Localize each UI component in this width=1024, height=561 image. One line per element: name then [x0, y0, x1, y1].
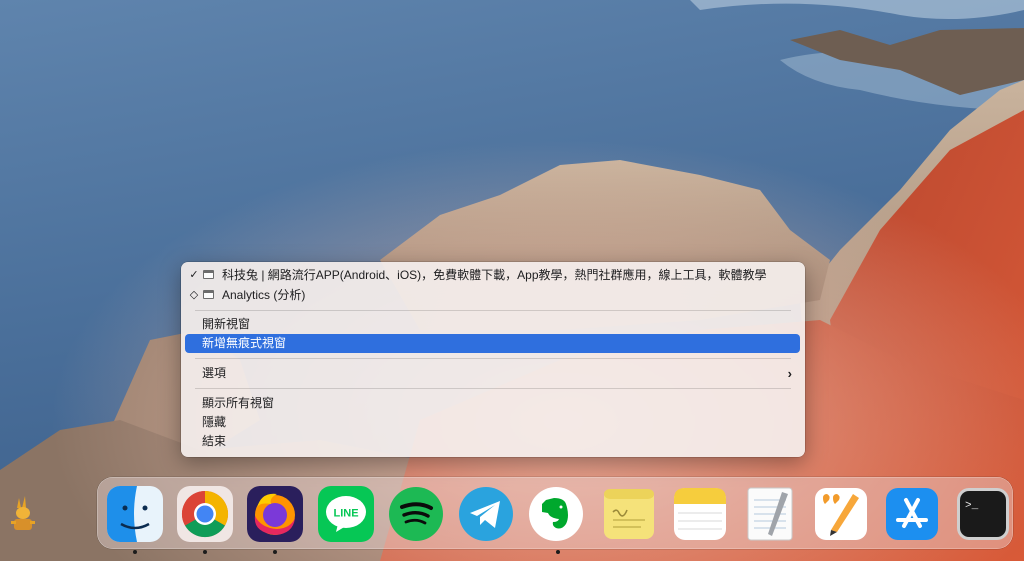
dock-context-menu: ✓ 科技兔 | 網路流行APP(Android、iOS)，免費軟體下載，App教…: [181, 262, 805, 457]
running-indicator: [556, 550, 560, 554]
checkmark-icon: ✓: [189, 269, 199, 281]
evernote-icon: [529, 487, 583, 541]
menu-item-quit[interactable]: 結束: [185, 432, 800, 451]
window-title: 科技兔 | 網路流行APP(Android、iOS)，免費軟體下載，App教學，…: [222, 268, 767, 282]
dock-app-notes[interactable]: [672, 486, 728, 542]
window-icon: [203, 290, 214, 299]
menu-item-label: 選項: [202, 366, 227, 380]
terminal-icon: >_: [957, 488, 1009, 540]
window-icon: [203, 270, 214, 279]
running-indicator: [203, 550, 207, 554]
dock-app-firefox[interactable]: [247, 486, 303, 542]
svg-text:>_: >_: [965, 500, 979, 512]
menu-item-label: 隱藏: [202, 415, 227, 429]
dock-app-line[interactable]: LINE: [318, 486, 374, 542]
dock-app-app-store[interactable]: [884, 486, 940, 542]
dock-app-chrome[interactable]: [177, 486, 233, 542]
menu-item-label: 新增無痕式視窗: [202, 336, 287, 350]
svg-text:LINE: LINE: [333, 508, 358, 520]
dock-app-spotify[interactable]: [388, 486, 444, 542]
chrome-icon: [177, 486, 233, 542]
line-icon: LINE: [318, 486, 374, 542]
dock-app-evernote[interactable]: [528, 486, 584, 542]
menu-item-new-incognito-window[interactable]: 新增無痕式視窗: [185, 334, 800, 353]
dock-app-textedit[interactable]: [742, 486, 798, 542]
window-title: Analytics (分析): [222, 288, 306, 302]
textedit-icon: [747, 487, 793, 541]
finder-icon: [107, 486, 163, 542]
dock-app-finder[interactable]: [107, 486, 163, 542]
diamond-icon: ◇: [189, 289, 199, 301]
app-store-icon: [886, 488, 938, 540]
menu-separator: [195, 358, 791, 359]
desktop-mascot-icon[interactable]: [8, 494, 38, 534]
menu-item-hide[interactable]: 隱藏: [185, 413, 800, 432]
firefox-icon: [247, 486, 303, 542]
menu-item-show-all-windows[interactable]: 顯示所有視窗: [185, 394, 800, 413]
dock-app-pages[interactable]: [813, 486, 869, 542]
spotify-icon: [389, 487, 443, 541]
menu-separator: [195, 388, 791, 389]
menu-item-options[interactable]: 選項 ›: [185, 364, 800, 383]
menu-item-window-1[interactable]: ✓ 科技兔 | 網路流行APP(Android、iOS)，免費軟體下載，App教…: [185, 266, 800, 285]
running-indicator: [133, 550, 137, 554]
pages-icon: [815, 488, 867, 540]
notes-icon: [674, 488, 726, 540]
running-indicator: [273, 550, 277, 554]
stickies-icon: [604, 489, 654, 539]
telegram-icon: [459, 487, 513, 541]
menu-item-new-window[interactable]: 開新視窗: [185, 315, 800, 334]
menu-item-label: 顯示所有視窗: [202, 396, 275, 410]
menu-item-label: 開新視窗: [202, 317, 251, 331]
dock-app-stickies[interactable]: [601, 486, 657, 542]
menu-separator: [195, 310, 791, 311]
menu-item-label: 結束: [202, 434, 227, 448]
menu-item-window-2[interactable]: ◇ Analytics (分析): [185, 286, 800, 305]
chevron-right-icon: ›: [787, 366, 792, 381]
dock-app-terminal[interactable]: >_: [955, 486, 1011, 542]
dock-app-telegram[interactable]: [458, 486, 514, 542]
